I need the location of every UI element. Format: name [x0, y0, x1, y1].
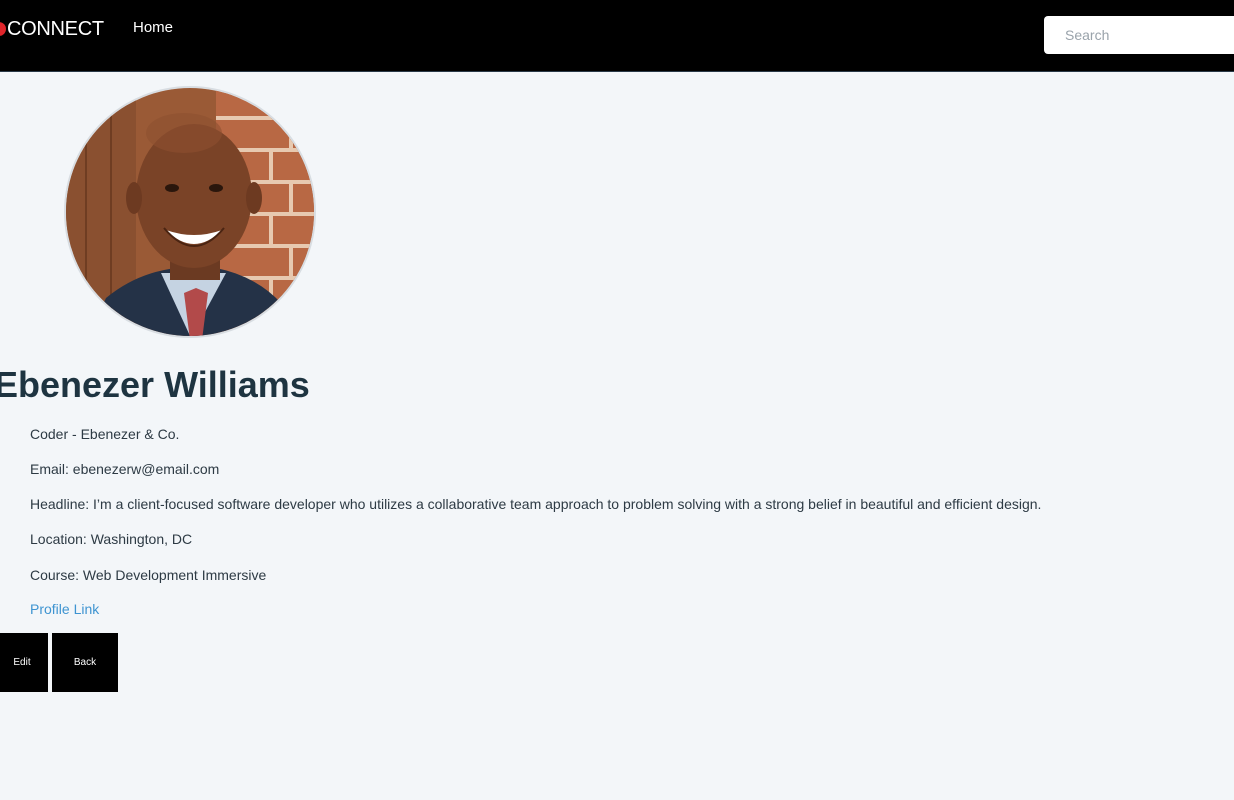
brand-logo[interactable]: CONNECT: [0, 17, 104, 41]
back-button[interactable]: Back: [52, 633, 118, 692]
brand-logo-icon: [0, 22, 6, 36]
profile-email: Email: ebenezerw@email.com: [30, 461, 220, 477]
profile-headline: Headline: I’m a client-focused software …: [30, 496, 1042, 512]
profile-avatar: [64, 86, 316, 338]
edit-button[interactable]: Edit: [0, 633, 48, 692]
profile-link[interactable]: Profile Link: [30, 601, 99, 617]
brand-name: CONNECT: [7, 17, 104, 40]
profile-course: Course: Web Development Immersive: [30, 567, 267, 583]
nav-home-link[interactable]: Home: [133, 19, 173, 36]
profile-location: Location: Washington, DC: [30, 531, 193, 547]
profile-name: Ebenezer Williams: [0, 364, 310, 405]
top-navbar: CONNECT Home: [0, 0, 1234, 72]
profile-photo: [66, 88, 314, 336]
search-input[interactable]: [1044, 16, 1234, 54]
profile-position: Coder - Ebenezer & Co.: [30, 426, 180, 442]
